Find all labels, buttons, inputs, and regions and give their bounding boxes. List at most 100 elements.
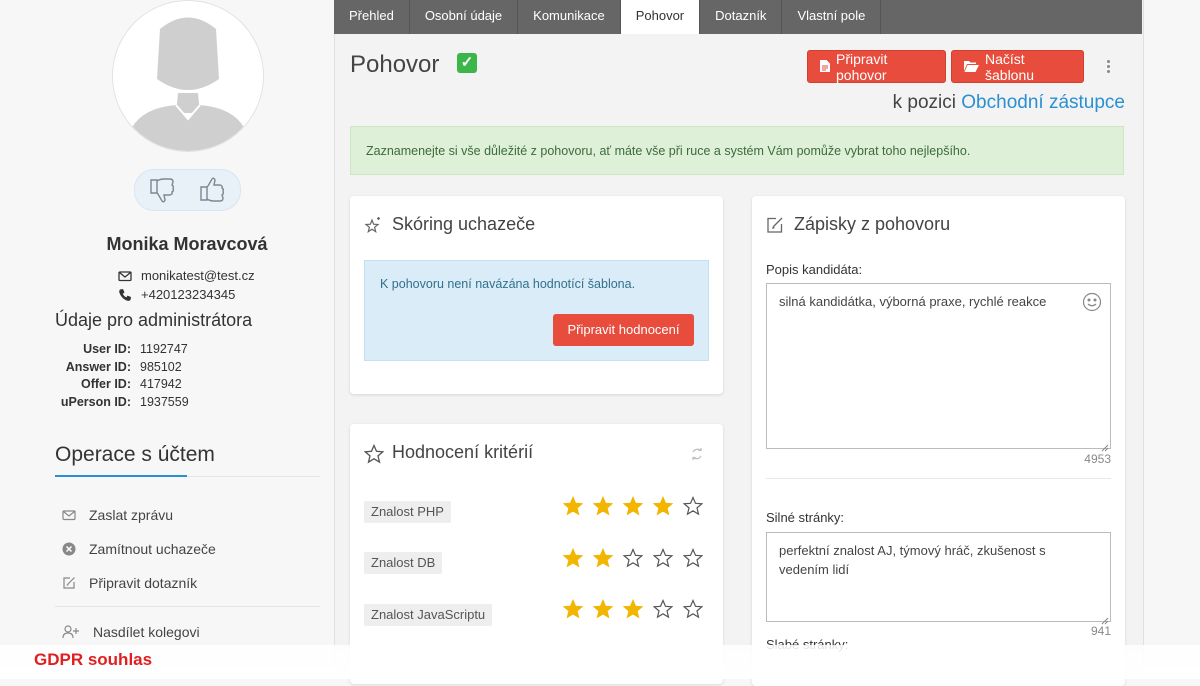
admin-row-value: 985102 [140,360,182,374]
star-filled-icon[interactable] [562,598,584,619]
strengths-textarea[interactable]: perfektní znalost AJ, týmový hráč, zkuše… [766,532,1111,622]
star-empty-icon[interactable] [682,495,704,516]
position-link[interactable]: Obchodní zástupce [961,92,1125,113]
phone-icon [118,288,132,302]
admin-row: User ID: 1192747 [40,342,340,360]
star-filled-icon[interactable] [652,495,674,516]
admin-row-value: 417942 [140,377,182,391]
char-counter: 941 [1090,624,1111,638]
op-label: Nasdílet kolegovi [93,624,200,640]
candidate-phone-row: +420123234345 [118,287,235,302]
char-counter: 4953 [1084,452,1111,466]
user-plus-icon [62,625,80,639]
star-empty-icon[interactable] [682,547,704,568]
star-filled-icon[interactable] [622,495,644,516]
thumbs-down-icon[interactable] [147,176,177,204]
operations-separator [55,606,320,607]
envelope-icon [62,508,76,522]
x-circle-icon [62,542,76,556]
op-reject-candidate[interactable]: Zamítnout uchazeče [62,541,216,557]
star-empty-icon[interactable] [652,547,674,568]
criterion-stars [562,495,704,516]
rating-toggle [134,169,241,211]
notes-title: Zápisky z pohovoru [766,214,950,235]
admin-row: uPerson ID: 1937559 [40,395,340,413]
op-share-colleague[interactable]: Nasdílet kolegovi [62,624,200,640]
candidate-avatar [112,0,264,152]
scoring-title-text: Skóring uchazeče [392,214,536,234]
tab-overview[interactable]: Přehled [334,0,410,34]
star-empty-icon[interactable] [682,598,704,619]
operations-underline [55,475,187,477]
star-filled-icon[interactable] [592,547,614,568]
admin-row-value: 1192747 [140,342,188,356]
op-label: Připravit dotazník [89,575,198,591]
star-filled-icon[interactable] [592,495,614,516]
thumbs-up-icon[interactable] [197,176,227,204]
tab-personal-data[interactable]: Osobní údaje [410,0,519,34]
star-filled-icon[interactable] [562,495,584,516]
candidate-name: Monika Moravcová [106,234,268,254]
bottom-fade [0,645,1200,679]
criteria-title-text: Hodnocení kritérií [392,442,534,462]
folder-open-icon [964,59,979,75]
criterion-stars [562,598,704,619]
star-filled-icon[interactable] [562,547,584,568]
op-prepare-questionnaire[interactable]: Připravit dotazník [62,575,197,591]
resize-handle-icon[interactable] [1101,439,1109,452]
prepare-evaluation-button[interactable]: Připravit hodnocení [553,314,694,346]
smiley-icon[interactable] [1082,292,1102,312]
info-alert: Zaznamenejte si vše důležité z pohovoru,… [350,126,1124,175]
admin-row: Offer ID: 417942 [40,377,340,395]
overlay-text: Text [586,330,614,346]
load-template-button[interactable]: Načíst šablonu [951,50,1084,83]
document-icon [820,59,830,75]
star-empty-icon[interactable] [652,598,674,619]
criterion-stars [562,547,704,568]
position-line: k pozici Obchodní zástupce [893,92,1125,114]
candidate-email[interactable]: monikatest@test.cz [141,268,255,283]
candidate-description-label: Popis kandidáta: [766,262,863,277]
resize-handle-icon[interactable] [1101,612,1109,625]
criteria-title: Hodnocení kritérií [363,442,534,463]
criterion-label: Znalost DB [364,552,443,574]
admin-row-label: Offer ID: [81,377,131,391]
prepare-interview-button[interactable]: Připravit pohovor [807,50,946,83]
operations-heading: Operace s účtem [55,443,215,466]
criterion-label: Znalost PHP [364,501,451,523]
edit-icon [62,576,76,590]
envelope-icon [118,269,132,283]
tab-custom-fields[interactable]: Vlastní pole [782,0,882,34]
star-filled-icon[interactable] [592,598,614,619]
page-title: Pohovor [350,51,440,78]
star-outline-icon [363,443,385,463]
scoring-title: Skóring uchazeče [364,214,535,235]
candidate-phone[interactable]: +420123234345 [141,287,235,302]
refresh-icon[interactable] [690,447,704,461]
admin-row-label: uPerson ID: [60,395,131,409]
op-send-message[interactable]: Zaslat zprávu [62,507,173,523]
op-label: Zaslat zprávu [89,507,174,523]
star-filled-icon[interactable] [622,598,644,619]
position-prefix: k pozici [892,92,956,113]
tab-questionnaire[interactable]: Dotazník [700,0,783,34]
strengths-label: Silné stránky: [766,510,845,525]
admin-row-label: User ID: [83,342,131,356]
admin-heading: Údaje pro administrátora [55,310,253,330]
candidate-email-row: monikatest@test.cz [118,268,255,283]
gdpr-consent-link[interactable]: GDPR souhlas [34,650,152,670]
criterion-label: Znalost JavaScriptu [364,604,493,626]
edit-icon [766,216,784,234]
tab-communication[interactable]: Komunikace [518,0,621,34]
notes-title-text: Zápisky z pohovoru [794,214,951,234]
check-icon: ✓ [457,53,477,73]
load-template-label: Načíst šablonu [985,50,1035,83]
candidate-description-textarea[interactable]: silná kandidátka, výborná praxe, rychlé … [766,283,1111,449]
admin-row-value: 1937559 [140,395,189,409]
notes-divider [766,478,1111,479]
more-options-icon[interactable] [1104,58,1112,76]
prepare-interview-label: Připravit pohovor [836,50,888,83]
star-empty-icon[interactable] [622,547,644,568]
tab-interview[interactable]: Pohovor [620,0,701,34]
tab-bar: Přehled Osobní údaje Komunikace Pohovor … [334,0,1142,34]
